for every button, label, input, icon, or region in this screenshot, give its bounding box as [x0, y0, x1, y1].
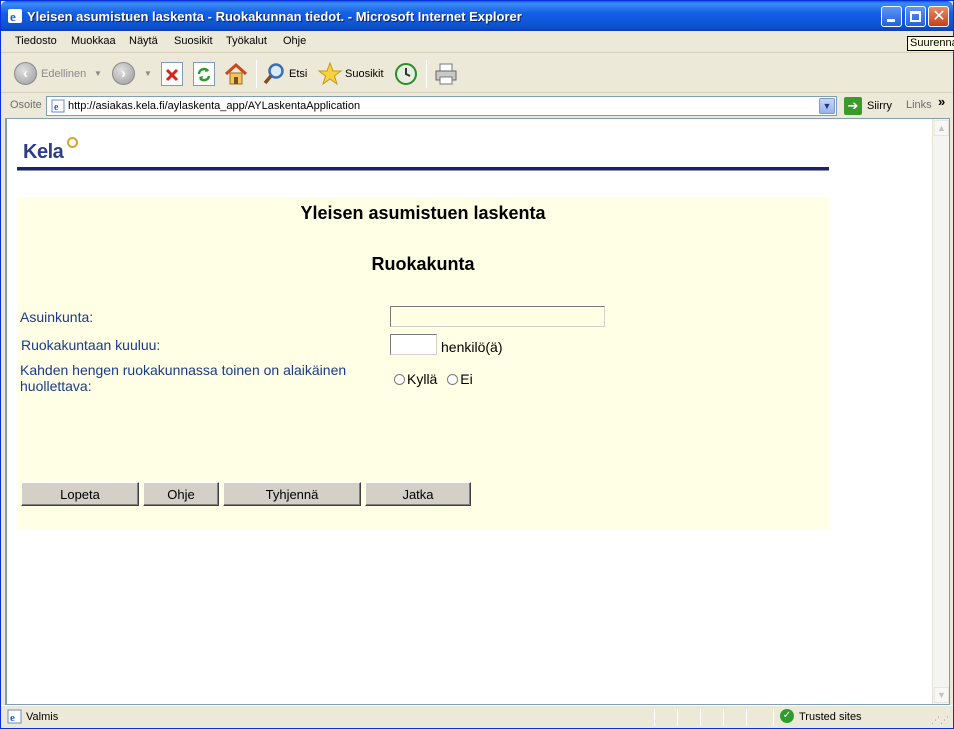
vertical-scrollbar[interactable]: ▲ ▼ [932, 119, 949, 704]
menu-file[interactable]: Tiedosto [15, 35, 57, 47]
maximize-tooltip: Suurenna [907, 36, 954, 51]
maximize-button[interactable] [905, 6, 926, 27]
chevron-down-icon: ▼ [94, 69, 102, 78]
continue-button[interactable]: Jatka [365, 482, 471, 506]
toolbar: ‹ Edellinen ▼ › ▼ Etsi Suosikit [1, 54, 953, 93]
kela-logo-mark [67, 137, 78, 148]
scroll-down-icon[interactable]: ▼ [934, 687, 949, 703]
form-panel: Yleisen asumistuen laskenta Ruokakunta A… [17, 197, 829, 529]
toolbar-divider [426, 60, 427, 88]
stop-button[interactable] [161, 60, 185, 88]
search-button[interactable]: Etsi [262, 60, 312, 88]
resize-grip-icon[interactable]: ⋰⋰ [931, 716, 949, 725]
back-arrow-icon: ‹ [14, 62, 37, 85]
status-bar: e Valmis ✓ Trusted sites ⋰⋰ [1, 705, 953, 728]
menu-favorites[interactable]: Suosikit [174, 35, 213, 47]
status-divider [773, 709, 774, 726]
page-viewport: Kela Yleisen asumistuen laskenta Ruokaku… [5, 118, 950, 705]
status-divider [700, 709, 701, 726]
go-label: Siirry [867, 100, 893, 112]
municipality-label: Asuinkunta: [20, 309, 94, 325]
status-divider [746, 709, 747, 726]
radio-yes-label: Kyllä [407, 371, 438, 387]
forward-button[interactable]: › ▼ [112, 60, 152, 88]
chevron-right-icon[interactable]: » [938, 94, 945, 109]
minor-radio-group: Kyllä Ei [394, 371, 479, 387]
toolbar-divider [256, 60, 257, 88]
printer-icon [435, 63, 457, 85]
search-label: Etsi [289, 68, 308, 80]
print-button[interactable] [433, 60, 459, 88]
municipality-field[interactable] [390, 306, 605, 327]
svg-text:e: e [54, 102, 59, 113]
page-icon: e [51, 99, 65, 113]
favorites-button[interactable]: Suosikit [317, 60, 385, 88]
radio-no-label: Ei [460, 371, 473, 387]
window-title: Yleisen asumistuen laskenta - Ruokakunna… [27, 9, 522, 24]
status-divider [654, 709, 655, 726]
scroll-up-icon[interactable]: ▲ [934, 120, 949, 136]
star-icon [317, 61, 343, 86]
back-button[interactable]: ‹ Edellinen ▼ [14, 60, 104, 88]
browser-window: e Yleisen asumistuen laskenta - Ruokakun… [0, 0, 954, 729]
status-text: Valmis [26, 711, 59, 723]
check-icon: ✓ [780, 709, 794, 723]
clear-button[interactable]: Tyhjennä [223, 482, 361, 506]
links-toolbar[interactable]: Links [906, 99, 932, 111]
stop-icon [161, 62, 183, 86]
help-button[interactable]: Ohje [143, 482, 219, 506]
menu-view[interactable]: Näytä [129, 35, 158, 47]
home-button[interactable] [223, 60, 249, 88]
radio-yes[interactable] [394, 374, 405, 385]
search-icon [263, 63, 284, 85]
address-label: Osoite [10, 99, 42, 111]
refresh-button[interactable] [193, 60, 217, 88]
history-button[interactable] [394, 60, 420, 88]
svg-text:e: e [10, 712, 15, 724]
household-suffix: henkilö(ä) [441, 339, 503, 355]
title-bar: e Yleisen asumistuen laskenta - Ruokakun… [1, 1, 953, 31]
chevron-down-icon[interactable]: ▼ [819, 98, 835, 114]
home-icon [224, 62, 248, 85]
menu-tools[interactable]: Työkalut [226, 35, 267, 47]
minor-label-line1: Kahden hengen ruokakunnassa toinen on al… [20, 362, 347, 378]
section-title: Ruokakunta [371, 254, 475, 274]
page-icon: e [7, 709, 22, 724]
svg-text:e: e [10, 9, 16, 24]
minor-label-line2: huollettava: [20, 378, 92, 394]
forward-arrow-icon: › [112, 62, 135, 85]
kela-logo-text: Kela [23, 141, 64, 163]
address-url: http://asiakas.kela.fi/aylaskenta_app/AY… [68, 100, 361, 112]
address-bar: Osoite e http://asiakas.kela.fi/aylasken… [1, 94, 953, 118]
menu-edit[interactable]: Muokkaa [71, 35, 116, 47]
close-button[interactable]: ✕ [928, 6, 949, 27]
menu-help[interactable]: Ohje [283, 35, 306, 47]
status-divider [723, 709, 724, 726]
minimize-button[interactable] [881, 6, 902, 27]
security-zone: Trusted sites [799, 711, 862, 723]
radio-no[interactable] [447, 374, 459, 385]
history-icon [395, 63, 417, 85]
menu-bar: Tiedosto Muokkaa Näytä Suosikit Työkalut… [1, 31, 953, 53]
go-button[interactable]: ➔ Siirry [844, 96, 900, 116]
favorites-label: Suosikit [345, 68, 384, 80]
ie-icon: e [8, 9, 22, 24]
household-size-field[interactable] [390, 334, 437, 355]
go-arrow-icon: ➔ [844, 97, 862, 115]
refresh-icon [193, 62, 215, 86]
address-input[interactable]: e http://asiakas.kela.fi/aylaskenta_app/… [46, 96, 837, 116]
kela-logo: Kela [19, 137, 99, 169]
quit-button[interactable]: Lopeta [21, 482, 139, 506]
chevron-down-icon: ▼ [144, 69, 152, 78]
close-icon: ✕ [932, 8, 946, 25]
household-label: Ruokakuntaan kuuluu: [21, 337, 161, 353]
status-divider [677, 709, 678, 726]
back-label: Edellinen [41, 68, 87, 80]
page-title: Yleisen asumistuen laskenta [300, 203, 546, 223]
header-rule [17, 167, 829, 171]
